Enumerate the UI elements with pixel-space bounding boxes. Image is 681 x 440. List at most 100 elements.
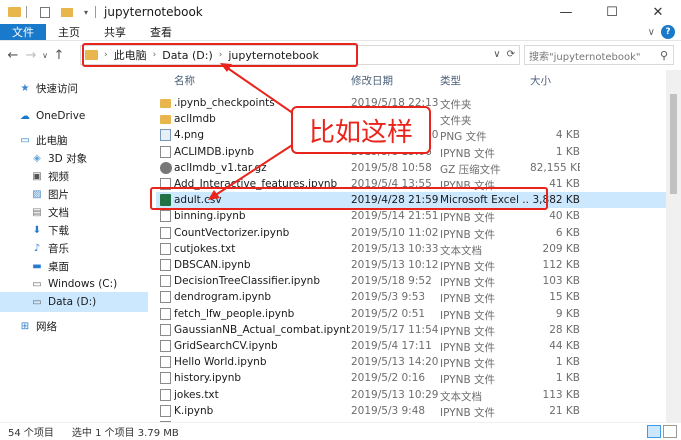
music-icon: ♪ [33, 242, 41, 254]
minimize-button[interactable]: — [543, 0, 589, 24]
expand-ribbon-icon[interactable]: ∨ [648, 27, 655, 38]
forward-button[interactable]: → [22, 45, 40, 65]
tab-view[interactable]: 查看 [138, 24, 184, 40]
file-size: 6 KB [555, 226, 580, 239]
image-file-icon [160, 129, 171, 142]
file-row[interactable]: binning.ipynb 2019/5/14 21:51 IPYNB 文件 40 K… [156, 208, 666, 224]
item-count: 54 个项目 [8, 428, 54, 439]
sidebar-item[interactable]: ▣ 视频 [0, 166, 148, 186]
file-row[interactable]: DBSCAN.ipynb 2019/5/13 10:12 IPYNB 文件 112 K… [156, 257, 666, 273]
sidebar-item-label: 3D 对象 [48, 152, 88, 165]
video-icon: ▣ [32, 170, 42, 182]
drive-icon: ▭ [32, 278, 42, 290]
column-header: 名称 修改日期 类型 大小 [156, 70, 681, 89]
help-icon[interactable]: ? [661, 25, 675, 39]
tab-share[interactable]: 共享 [92, 24, 138, 40]
maximize-button[interactable]: ☐ [589, 0, 635, 24]
file-icon [160, 388, 171, 401]
file-name: GaussianNB_Actual_combat.ipynb [174, 323, 350, 336]
file-date: 2019/5/14 21:51 [351, 210, 439, 223]
sidebar-scrollbar[interactable] [148, 70, 156, 422]
column-date[interactable]: 修改日期 [351, 73, 393, 88]
sidebar-item[interactable]: ▤ 文档 [0, 202, 148, 222]
scrollbar-thumb[interactable] [670, 94, 677, 194]
file-type: IPYNB 文件 [440, 374, 496, 387]
file-type: IPYNB 文件 [440, 261, 496, 273]
file-type: IPYNB 文件 [440, 212, 496, 225]
file-icon [160, 210, 171, 223]
file-size: 40 KB [549, 210, 580, 223]
file-name: GridSearchCV.ipynb [174, 340, 278, 352]
file-row[interactable]: GridSearchCV.ipynb 2019/5/4 17:11 IPYNB 文件… [156, 338, 666, 354]
file-type: 文件夹 [440, 99, 472, 111]
sidebar-item[interactable]: ▭ Windows (C:) [0, 274, 148, 294]
file-row[interactable]: dendrogram.ipynb 2019/5/3 9:53 IPYNB 文件 15 … [156, 289, 666, 305]
file-size: 28 KB [549, 323, 580, 336]
chevron-down-icon[interactable]: ▾ [81, 4, 91, 20]
file-date: 2019/5/10 11:02 [351, 226, 439, 239]
file-type: IPYNB 文件 [440, 309, 496, 322]
sidebar-item-label: Windows (C:) [48, 278, 118, 290]
file-row[interactable]: history.ipynb 2019/5/2 0:16 IPYNB 文件 1 KB [156, 370, 666, 386]
back-button[interactable]: ← [4, 45, 22, 65]
file-row[interactable]: GaussianNB_Actual_combat.ipynb 2019/5/17 … [156, 322, 666, 338]
close-button[interactable]: ✕ [635, 0, 681, 24]
sidebar-item[interactable]: ▬ 桌面 [0, 256, 148, 276]
file-date: 2019/5/17 11:54 [351, 323, 439, 336]
file-row[interactable]: jokes.txt 2019/5/13 10:29 文本文档 113 KB [156, 387, 666, 403]
tab-file[interactable]: 文件 [0, 24, 46, 40]
column-size[interactable]: 大小 [530, 73, 551, 88]
file-list-scrollbar[interactable] [666, 70, 681, 422]
sidebar-item[interactable]: ▭ 此电脑 [0, 130, 148, 150]
selected-row-highlight-box [150, 187, 548, 210]
file-icon [160, 404, 171, 417]
sidebar-item[interactable]: ⬇ 下载 [0, 220, 148, 240]
properties-icon[interactable] [37, 4, 53, 20]
sidebar-item-label: Data (D:) [48, 296, 97, 308]
sidebar-item-label: 快速访问 [36, 82, 78, 95]
file-row[interactable]: aclImdb_v1.tar.gz 2019/5/8 10:58 GZ 压缩文件 82… [156, 160, 666, 176]
details-view-button[interactable] [647, 425, 661, 438]
file-type: IPYNB 文件 [440, 342, 496, 354]
file-row[interactable]: Hello World.ipynb 2019/5/13 14:20 IPYNB 文件… [156, 354, 666, 370]
column-type[interactable]: 类型 [440, 73, 461, 88]
sidebar-item[interactable]: ⊞ 网络 [0, 316, 148, 336]
file-size: 44 KB [549, 340, 580, 352]
file-type: IPYNB 文件 [440, 406, 496, 419]
file-size: 112 KB [542, 259, 580, 271]
file-type: 文本文档 [440, 244, 482, 257]
chevron-down-icon[interactable]: ∨ [493, 49, 500, 60]
recent-locations-icon[interactable]: ∨ [40, 45, 50, 65]
sidebar-item[interactable]: ♪ 音乐 [0, 238, 148, 258]
column-name[interactable]: 名称 [174, 73, 195, 88]
file-date: 2019/5/13 14:20 [351, 356, 439, 369]
file-row[interactable]: cutjokes.txt 2019/5/13 10:33 文本文档 209 KB [156, 241, 666, 257]
sidebar-item[interactable]: ★ 快速访问 [0, 78, 148, 98]
file-icon [160, 356, 171, 369]
up-button[interactable]: ↑ [50, 45, 68, 65]
search-input[interactable]: 搜索"jupyternotebook" ⚲ [524, 45, 674, 65]
file-row[interactable]: K.ipynb 2019/5/3 9:48 IPYNB 文件 21 KB [156, 403, 666, 419]
refresh-icon[interactable]: ⟳ [507, 49, 515, 60]
folder-icon [6, 4, 22, 20]
large-icons-view-button[interactable] [663, 425, 677, 438]
file-name: K.ipynb [174, 404, 214, 417]
file-size: 1 KB [555, 356, 580, 369]
file-date: 2019/5/2 0:16 [351, 372, 426, 385]
file-size: 21 KB [549, 404, 580, 417]
file-row[interactable]: fetch_lfw_people.ipynb 2019/5/2 0:51 IPYNB… [156, 306, 666, 322]
sidebar-item[interactable]: ▨ 图片 [0, 184, 148, 204]
file-row[interactable]: DecisionTreeClassifier.ipynb 2019/5/18 9:… [156, 273, 666, 289]
file-icon [160, 340, 171, 352]
status-bar: 54 个项目 选中 1 个项目 3.79 MB [0, 422, 681, 440]
window-title: jupyternotebook [104, 5, 203, 19]
sidebar-item[interactable]: ◈ 3D 对象 [0, 148, 148, 168]
navigation-pane: ★ 快速访问 ☁ OneDrive ▭ 此电脑 ◈ 3D 对象 ▣ 视频 ▨ 图片 ▤ 文档 ⬇ 下载 ♪ 音乐 ▬… [0, 70, 150, 422]
sidebar-item[interactable]: ▭ Data (D:) [0, 292, 148, 312]
sidebar-item[interactable]: ☁ OneDrive [0, 106, 148, 126]
tab-home[interactable]: 主页 [46, 24, 92, 40]
file-row[interactable]: CountVectorizer.ipynb 2019/5/10 11:02 IPYN… [156, 225, 666, 241]
file-name: binning.ipynb [174, 210, 246, 223]
sidebar-item-label: 网络 [36, 320, 57, 333]
new-folder-icon[interactable] [59, 4, 75, 20]
